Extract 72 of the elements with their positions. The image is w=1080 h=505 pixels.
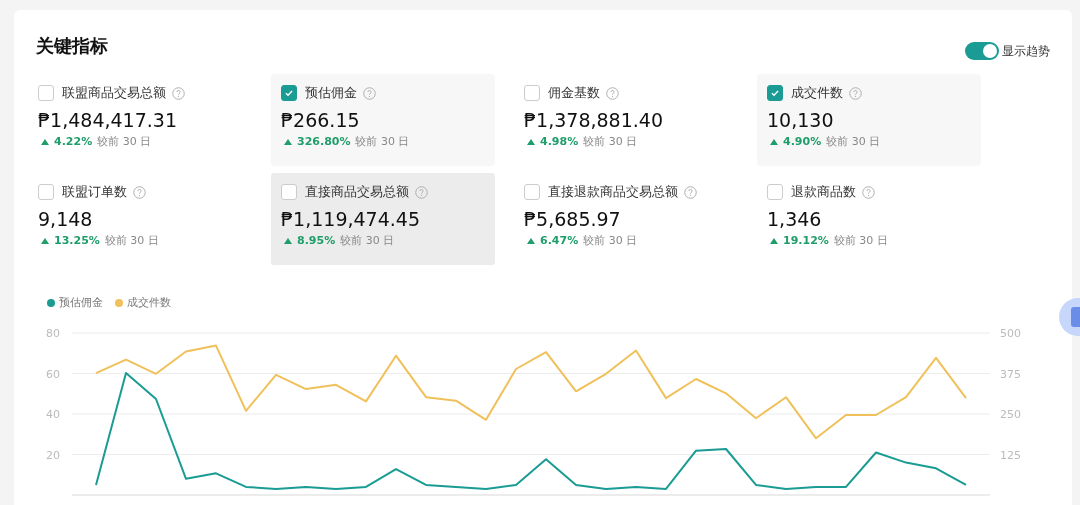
compare-period: 较前 30 日 [583,134,638,149]
checkbox[interactable] [281,85,297,101]
compare-period: 较前 30 日 [97,134,152,149]
change-percent: 4.90% [783,135,822,148]
help-icon[interactable] [415,185,428,199]
axis-tick-label: 80 [46,327,60,340]
metric-value: ₱1,119,474.45 [281,208,421,230]
help-icon[interactable] [133,185,146,199]
metric-value: ₱5,685.97 [524,208,622,230]
axis-tick-label: 60 [46,367,60,381]
compare-period: 较前 30 日 [104,233,159,248]
change-percent: 13.25% [54,234,100,247]
up-triangle-icon [527,138,535,145]
axis-tick-label: 125 [1000,448,1021,462]
legend-label: 预估佣金 [59,295,103,310]
help-icon[interactable] [862,185,875,199]
metric-card[interactable]: 预估佣金 ₱266.15 326.80% 较前 30 日 [271,74,495,166]
checkbox[interactable] [38,85,54,101]
change-percent: 4.98% [540,135,579,148]
switch-label: 显示趋势 [1002,42,1050,60]
axis-tick-label: 500 [1000,327,1021,340]
axis-tick-label: 375 [1000,367,1021,381]
metric-label: 退款商品数 [791,183,856,201]
help-icon[interactable] [363,86,376,100]
change-percent: 326.80% [297,135,351,148]
up-triangle-icon [284,138,292,145]
axis-tick-label: 250 [1000,408,1021,421]
metric-label: 成交件数 [791,84,843,102]
metric-card[interactable]: 直接商品交易总额 ₱1,119,474.45 8.95% 较前 30 日 [271,173,495,265]
metric-value: ₱1,484,417.31 [38,109,178,131]
metric-value: ₱1,378,881.40 [524,109,664,131]
change-percent: 4.22% [54,135,93,148]
metric-value: 10,130 [767,109,835,131]
metric-value: ₱266.15 [281,109,361,131]
change-percent: 6.47% [540,234,579,247]
compare-period: 较前 30 日 [355,134,410,149]
compare-period: 较前 30 日 [583,233,638,248]
checkbox[interactable] [767,85,783,101]
metric-card[interactable]: 成交件数 10,130 4.90% 较前 30 日 [757,74,981,166]
axis-tick-label: 20 [46,448,60,462]
compare-period: 较前 30 日 [826,134,881,149]
help-icon[interactable] [172,86,185,100]
up-triangle-icon [527,237,535,244]
change-percent: 8.95% [297,234,336,247]
axis-tick-label: 40 [46,408,60,421]
checkbox[interactable] [38,184,54,200]
metric-value: 9,148 [38,208,94,230]
metric-label: 直接商品交易总额 [305,183,409,201]
up-triangle-icon [770,138,778,145]
checkbox[interactable] [524,184,540,200]
trend-switch[interactable] [965,42,999,60]
compare-period: 较前 30 日 [833,233,888,248]
checkbox[interactable] [524,85,540,101]
legend-label: 成交件数 [127,295,171,310]
help-icon[interactable] [606,86,619,100]
change-percent: 19.12% [783,234,829,247]
metric-label: 预估佣金 [305,84,357,102]
checkbox[interactable] [767,184,783,200]
up-triangle-icon [770,237,778,244]
section-title: 关键指标 [36,34,108,58]
metric-value: 1,346 [767,208,823,230]
checkbox[interactable] [281,184,297,200]
up-triangle-icon [41,138,49,145]
help-icon[interactable] [684,185,697,199]
metric-label: 直接退款商品交易总额 [548,183,678,201]
metric-label: 联盟订单数 [62,183,127,201]
help-icon[interactable] [849,86,862,100]
up-triangle-icon [41,237,49,244]
up-triangle-icon [284,237,292,244]
metric-label: 联盟商品交易总额 [62,84,166,102]
metric-label: 佣金基数 [548,84,600,102]
compare-period: 较前 30 日 [340,233,395,248]
